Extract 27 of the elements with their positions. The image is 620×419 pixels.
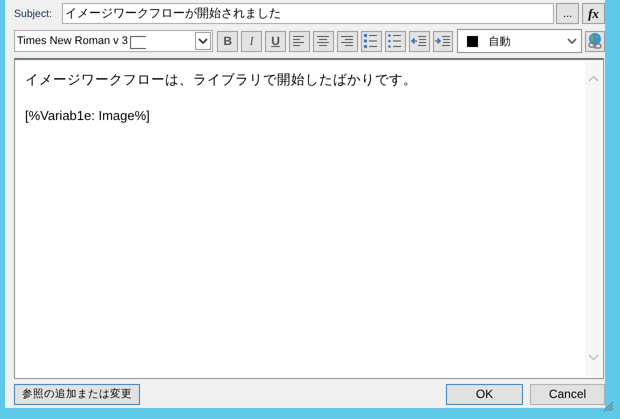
ellipsis-button[interactable]: ... bbox=[556, 3, 580, 24]
dropdown-icon bbox=[566, 38, 577, 44]
subject-field[interactable]: イメージワークフローが開始されました bbox=[62, 3, 554, 24]
underline-button[interactable]: U bbox=[265, 30, 286, 52]
body-text: イメージワークフローは、ライブラリで開始したばかりです。 bbox=[25, 71, 418, 89]
italic-button[interactable]: I bbox=[241, 30, 262, 52]
cursor-bracket-icon bbox=[130, 36, 146, 48]
variable-token: [%Variab1e: Image%] bbox=[25, 108, 151, 123]
globe-link-button[interactable] bbox=[584, 30, 605, 52]
numbered-list-button[interactable] bbox=[360, 30, 382, 52]
outdent-button[interactable] bbox=[408, 30, 430, 52]
dropdown-icon[interactable] bbox=[195, 32, 212, 50]
reference-button[interactable]: 参照の追加または変更 bbox=[14, 384, 140, 405]
align-right-button[interactable] bbox=[336, 30, 358, 52]
subject-label: Subject: bbox=[14, 8, 53, 20]
indent-button[interactable] bbox=[432, 30, 454, 52]
color-dropdown[interactable]: 自動 bbox=[457, 29, 582, 53]
ok-button[interactable]: OK bbox=[446, 384, 523, 405]
bold-button[interactable]: B bbox=[217, 30, 238, 52]
font-field[interactable]: Times New Roman v 3 bbox=[14, 30, 214, 52]
editor-area[interactable]: イメージワークフローは、ライブラリで開始したばかりです。 [%Variab1e: Image%] bbox=[14, 58, 604, 380]
align-left-button[interactable] bbox=[288, 30, 310, 52]
function-button[interactable]: fx bbox=[582, 3, 605, 24]
bullet-list-button[interactable] bbox=[384, 30, 406, 52]
cancel-button[interactable]: Cancel bbox=[530, 384, 605, 405]
resize-grip-icon[interactable] bbox=[603, 401, 614, 412]
align-center-button[interactable] bbox=[312, 30, 334, 52]
